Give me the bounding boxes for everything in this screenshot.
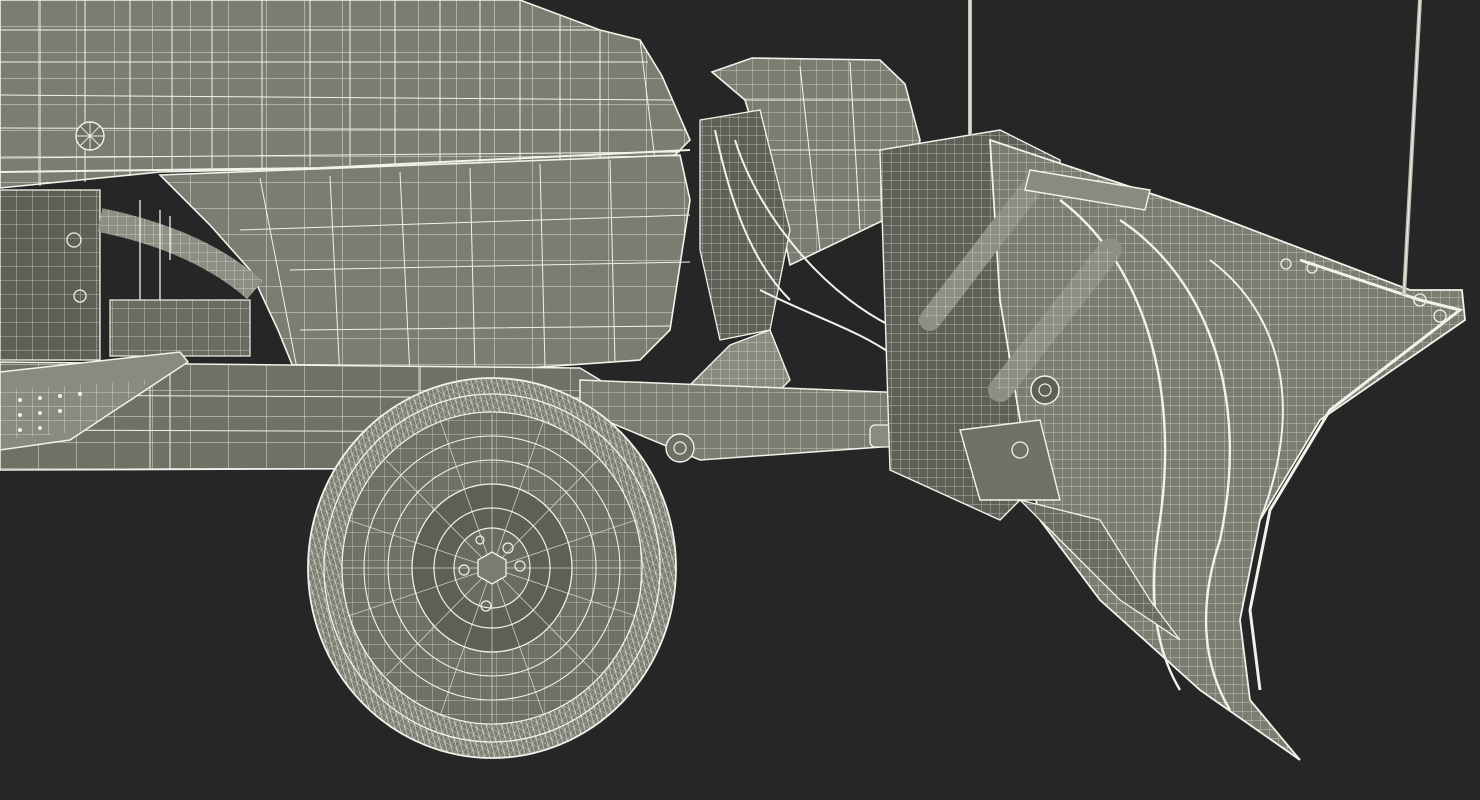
plow-blade	[879, 129, 1466, 761]
wireframe-render-viewport	[0, 0, 1480, 800]
antenna-right	[1402, 0, 1422, 296]
front-wheel	[307, 377, 677, 759]
